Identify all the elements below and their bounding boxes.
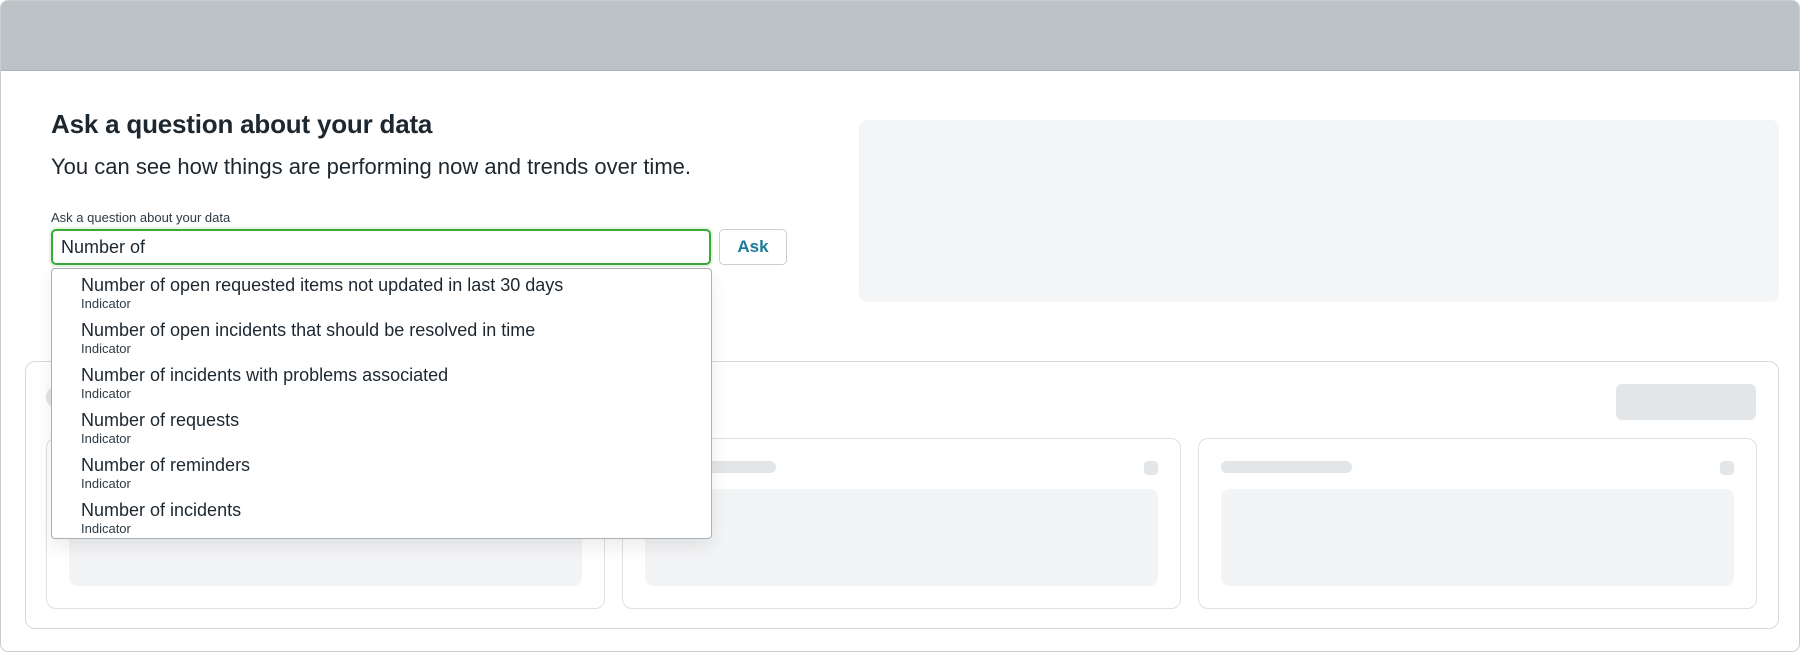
suggestion-type: Indicator: [81, 296, 131, 311]
panel-button-placeholder: [1616, 384, 1756, 420]
suggestion-option[interactable]: Number of reminders Indicator: [52, 449, 711, 494]
card-content-placeholder: [645, 489, 1158, 586]
app-window: Ask a question about your data You can s…: [0, 0, 1800, 652]
question-input[interactable]: [51, 229, 711, 265]
page-title: Ask a question about your data: [51, 109, 433, 139]
suggestions-dropdown: Number of open requested items not updat…: [51, 268, 712, 539]
suggestion-title: Number of reminders: [81, 455, 251, 475]
suggestion-type: Indicator: [81, 386, 131, 401]
suggestion-type: Indicator: [81, 521, 131, 536]
suggestion-option[interactable]: Number of open incidents that should be …: [52, 314, 711, 359]
hero-placeholder: [859, 120, 1779, 302]
suggestion-type: Indicator: [81, 476, 131, 491]
question-field-label: Ask a question about your data: [51, 210, 231, 225]
suggestion-option[interactable]: Number of requests Indicator: [52, 404, 711, 449]
ask-button[interactable]: Ask: [719, 229, 787, 265]
page-subtitle: You can see how things are performing no…: [51, 154, 691, 179]
suggestion-title: Number of incidents: [81, 500, 242, 520]
suggestion-option[interactable]: Number of open requested items not updat…: [52, 269, 711, 314]
suggestion-title: Number of open requested items not updat…: [81, 275, 564, 295]
suggestion-title: Number of requests: [81, 410, 240, 430]
suggestion-type: Indicator: [81, 341, 131, 356]
suggestion-title: Number of incidents with problems associ…: [81, 365, 449, 385]
card-menu-placeholder: [1720, 461, 1734, 475]
suggestion-option[interactable]: Number of incidents Indicator: [52, 494, 711, 538]
top-header-bar: [1, 1, 1799, 71]
suggestion-option[interactable]: Number of incidents with problems associ…: [52, 359, 711, 404]
card-content-placeholder: [1221, 489, 1734, 586]
card-placeholder: [1198, 438, 1757, 609]
card-title-placeholder: [1221, 461, 1352, 473]
suggestion-title: Number of open incidents that should be …: [81, 320, 536, 340]
card-menu-placeholder: [1144, 461, 1158, 475]
suggestion-type: Indicator: [81, 431, 131, 446]
